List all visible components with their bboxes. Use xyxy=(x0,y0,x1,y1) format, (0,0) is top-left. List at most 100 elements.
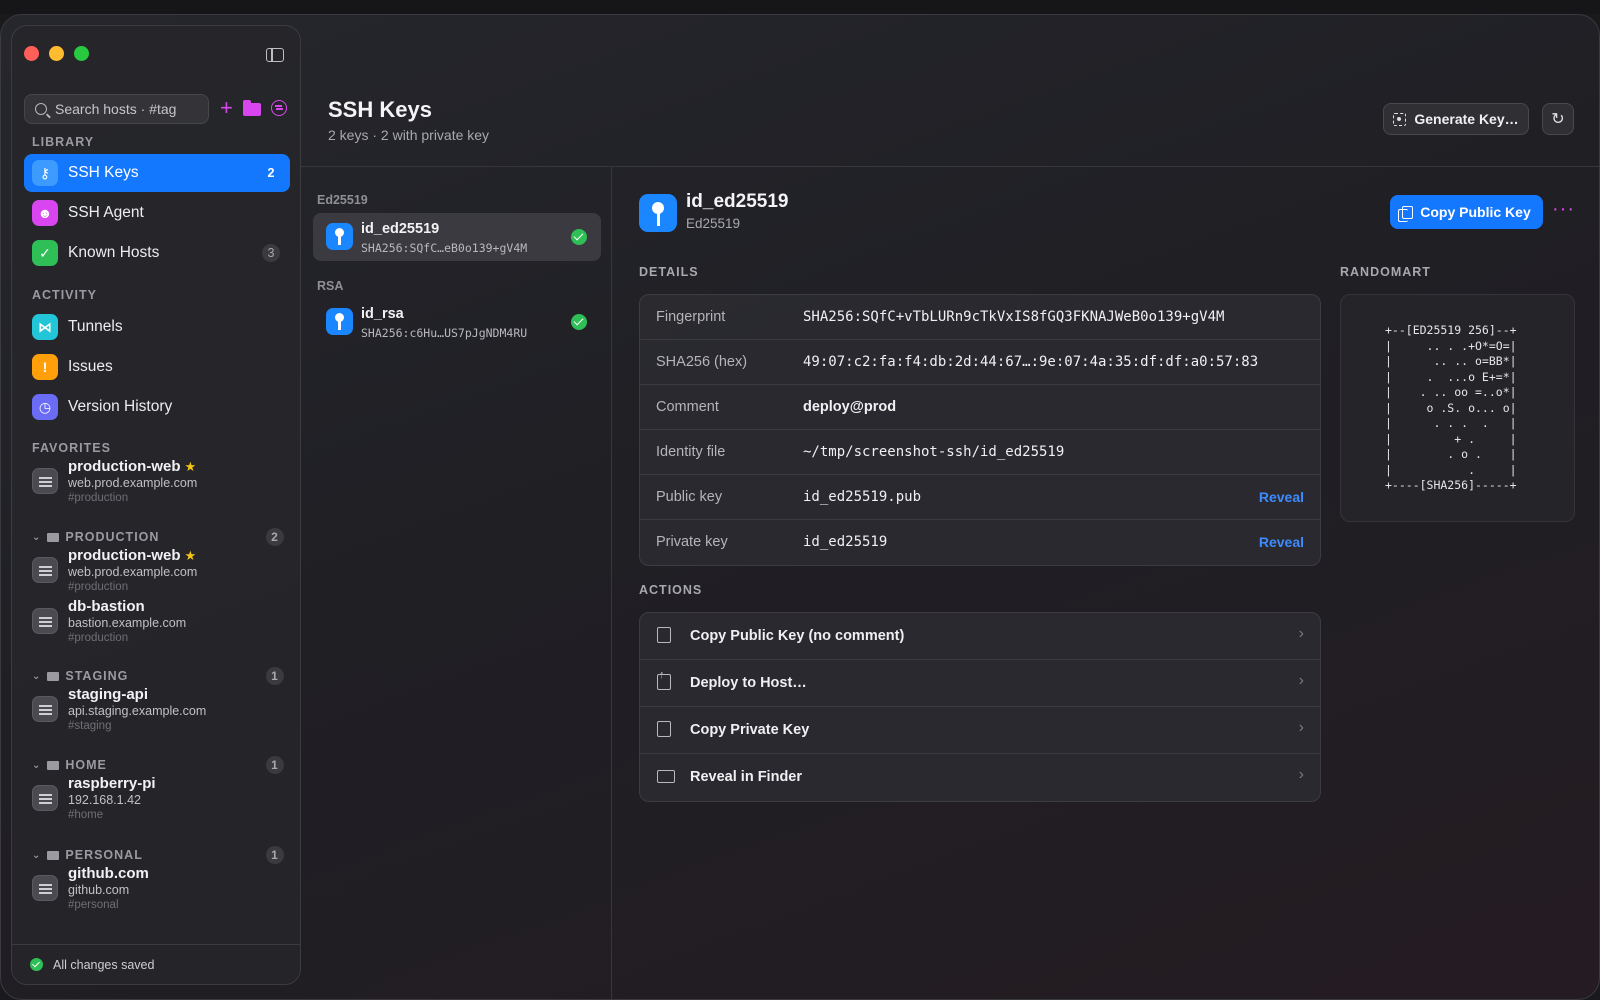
detail-value[interactable]: SHA256:SQfC+vTbLURn9cTkVxIS8fGQ3FKNAJWeB… xyxy=(803,309,1224,325)
detail-key: Identity file xyxy=(656,444,726,460)
page-title: SSH Keys xyxy=(328,97,432,122)
host-address: api.staging.example.com xyxy=(68,704,207,718)
favorite-host-item[interactable]: production-web ★ web.prod.example.com #pr… xyxy=(32,458,292,508)
key-name: id_ed25519 xyxy=(361,221,440,237)
action-copy-public-key-no-comment[interactable]: Copy Public Key (no comment) › xyxy=(640,613,1320,660)
copy-public-key-button[interactable]: Copy Public Key xyxy=(1390,195,1543,229)
sidebar-item-ssh-keys[interactable]: ⚷ SSH Keys 2 xyxy=(24,154,290,192)
sidebar-item-tunnels[interactable]: ⋈ Tunnels xyxy=(24,308,290,346)
share-icon xyxy=(657,669,671,690)
sidebar-item-version-history[interactable]: ◷ Version History xyxy=(24,388,290,426)
search-placeholder: Search hosts · #tag xyxy=(55,101,177,117)
key-list-item[interactable]: id_rsa SHA256:c6Hu…US7pJgNDM4RU xyxy=(313,298,601,346)
host-item[interactable]: production-web ★ web.prod.example.com #pr… xyxy=(32,547,292,597)
close-window-button[interactable] xyxy=(24,46,39,61)
actions-card: Copy Public Key (no comment) › Deploy to… xyxy=(639,612,1321,802)
filter-icon[interactable] xyxy=(270,100,287,116)
detail-value[interactable]: 49:07:c2:fa:f4:db:2d:44:67…:9e:07:4a:35:… xyxy=(803,354,1258,370)
verified-badge-icon xyxy=(571,314,587,330)
new-folder-icon[interactable] xyxy=(242,99,261,116)
reveal-public-key-link[interactable]: Reveal xyxy=(1259,489,1304,505)
group-header-staging[interactable]: ⌄ STAGING 1 xyxy=(32,667,292,685)
favorites-section-label: FAVORITES xyxy=(32,441,111,455)
sidebar-toggle-icon[interactable] xyxy=(266,48,284,62)
sidebar-item-known-hosts[interactable]: ✓ Known Hosts 3 xyxy=(24,234,290,272)
check-circle-icon xyxy=(30,958,43,971)
key-list: Ed25519 id_ed25519 SHA256:SQfC…eB0o139+g… xyxy=(301,167,612,999)
chevron-down-icon: ⌄ xyxy=(32,670,42,682)
search-input[interactable]: Search hosts · #tag xyxy=(24,94,209,124)
refresh-button[interactable]: ↻ xyxy=(1542,103,1574,135)
detail-value[interactable]: id_ed25519.pub xyxy=(803,489,921,505)
host-item[interactable]: staging-api api.staging.example.com #sta… xyxy=(32,686,292,736)
host-name: db-bastion xyxy=(68,598,145,615)
key-section-label: RSA xyxy=(317,279,344,293)
host-name-row: production-web ★ xyxy=(68,547,196,564)
randomart-label: RANDOMART xyxy=(1340,265,1431,279)
host-address: web.prod.example.com xyxy=(68,476,198,490)
chevron-right-icon: › xyxy=(1298,719,1304,736)
detail-value[interactable]: deploy@prod xyxy=(803,399,896,415)
folder-icon xyxy=(47,671,60,681)
host-item[interactable]: raspberry-pi 192.168.1.42 #home xyxy=(32,775,292,825)
host-tag: #production xyxy=(68,492,129,504)
sidebar-item-ssh-agent[interactable]: ☻ SSH Agent xyxy=(24,194,290,232)
status-bar: All changes saved xyxy=(12,944,300,984)
server-icon xyxy=(32,696,58,722)
reveal-private-key-link[interactable]: Reveal xyxy=(1259,534,1304,550)
group-name: HOME xyxy=(65,758,107,772)
generate-key-label: Generate Key… xyxy=(1414,111,1519,127)
chevron-right-icon: › xyxy=(1298,766,1304,783)
add-host-icon[interactable]: + xyxy=(220,97,233,119)
key-fingerprint: SHA256:c6Hu…US7pJgNDM4RU xyxy=(361,326,528,340)
group-name: PERSONAL xyxy=(65,848,143,862)
detail-value[interactable]: ~/tmp/screenshot-ssh/id_ed25519 xyxy=(803,444,1064,460)
sidebar-item-issues[interactable]: ! Issues xyxy=(24,348,290,386)
detail-key: Comment xyxy=(656,399,719,415)
star-icon: ★ xyxy=(184,548,197,563)
copy-icon xyxy=(657,627,671,643)
generate-icon xyxy=(1393,112,1407,126)
sidebar-item-label: Known Hosts xyxy=(68,244,160,261)
host-address: bastion.example.com xyxy=(68,616,187,630)
folder-icon xyxy=(47,532,60,542)
action-reveal-in-finder[interactable]: Reveal in Finder › xyxy=(640,754,1320,801)
group-header-home[interactable]: ⌄ HOME 1 xyxy=(32,756,292,774)
host-address: github.com xyxy=(68,883,130,897)
action-copy-private-key[interactable]: Copy Private Key › xyxy=(640,707,1320,754)
more-options-icon[interactable]: ··· xyxy=(1552,199,1575,219)
host-item[interactable]: db-bastion bastion.example.com #producti… xyxy=(32,598,292,648)
action-deploy-to-host[interactable]: Deploy to Host… › xyxy=(640,660,1320,707)
sidebar-item-label: Tunnels xyxy=(68,318,123,335)
library-section-label: LIBRARY xyxy=(32,135,95,149)
key-section-label: Ed25519 xyxy=(317,193,368,207)
detail-value[interactable]: id_ed25519 xyxy=(803,534,887,550)
minimize-window-button[interactable] xyxy=(49,46,64,61)
clock-icon: ◷ xyxy=(32,394,58,420)
details-label: DETAILS xyxy=(639,265,699,279)
tunnels-icon: ⋈ xyxy=(32,314,58,340)
group-header-production[interactable]: ⌄ PRODUCTION 2 xyxy=(32,528,292,546)
server-icon xyxy=(32,785,58,811)
star-icon: ★ xyxy=(184,459,197,474)
desktop-background xyxy=(0,0,1600,14)
group-name: STAGING xyxy=(65,669,129,683)
server-icon xyxy=(32,875,58,901)
sidebar-item-label: SSH Keys xyxy=(68,164,139,181)
host-tag: #home xyxy=(68,809,104,821)
randomart-art: +--[ED25519 256]--+ | .. . .+O*=O=| | ..… xyxy=(1385,323,1517,492)
group-header-personal[interactable]: ⌄ PERSONAL 1 xyxy=(32,846,292,864)
action-label: Reveal in Finder xyxy=(690,769,803,785)
action-label: Deploy to Host… xyxy=(690,675,807,691)
key-detail-type: Ed25519 xyxy=(686,216,741,231)
chevron-right-icon: › xyxy=(1298,672,1304,689)
page-subtitle: 2 keys · 2 with private key xyxy=(328,127,490,143)
host-name: production-web xyxy=(68,547,181,564)
key-name: id_rsa xyxy=(361,306,404,322)
generate-key-button[interactable]: Generate Key… xyxy=(1383,103,1529,135)
host-item[interactable]: github.com github.com #personal xyxy=(32,865,292,915)
zoom-window-button[interactable] xyxy=(74,46,89,61)
detail-key: Fingerprint xyxy=(656,309,726,325)
status-text: All changes saved xyxy=(53,957,155,972)
key-list-item[interactable]: id_ed25519 SHA256:SQfC…eB0o139+gV4M xyxy=(313,213,601,261)
